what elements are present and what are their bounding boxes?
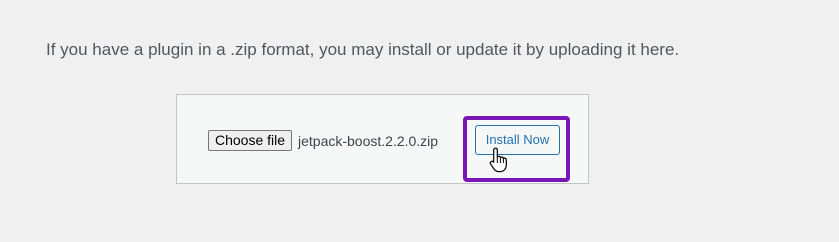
selected-file-name: jetpack-boost.2.2.0.zip xyxy=(298,133,439,149)
hand-pointer-icon xyxy=(489,147,507,173)
upload-instructions: If you have a plugin in a .zip format, y… xyxy=(46,40,680,59)
choose-file-button[interactable]: Choose file xyxy=(208,130,293,151)
install-now-button[interactable]: Install Now xyxy=(475,125,560,155)
